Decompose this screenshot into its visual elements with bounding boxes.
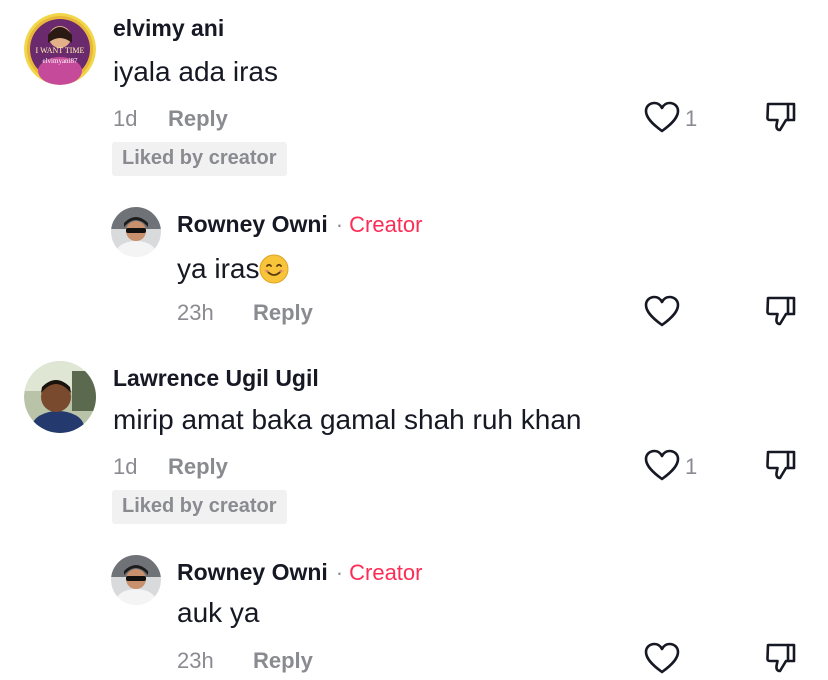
avatar[interactable]: [111, 207, 161, 257]
liked-by-creator-badge: Liked by creator: [112, 142, 287, 176]
separator-dot: ·: [335, 212, 344, 237]
creator-label: Creator: [349, 560, 423, 585]
comment-time: 1d: [113, 454, 138, 479]
comment-username[interactable]: elvimy ani: [113, 15, 224, 42]
smiling-face-emoji: [259, 254, 289, 284]
avatar-image: [111, 207, 161, 257]
comment-text: auk ya: [177, 597, 260, 628]
heart-outline-icon[interactable]: [643, 294, 681, 328]
avatar-image: [111, 555, 161, 605]
username-text: Rowney Owni: [177, 559, 328, 585]
comment-text: mirip amat baka gamal shah ruh khan: [113, 404, 582, 435]
reply-button[interactable]: Reply: [253, 300, 313, 326]
thumbs-down-icon[interactable]: [764, 448, 798, 482]
comment-time: 23h: [177, 300, 214, 325]
avatar[interactable]: [24, 361, 96, 433]
avatar[interactable]: [111, 555, 161, 605]
like-count: 1: [685, 454, 698, 479]
like-count: 1: [685, 106, 698, 131]
thumbs-down-icon[interactable]: [764, 294, 798, 328]
thumbs-down-icon[interactable]: [764, 100, 798, 134]
comment-username[interactable]: Lawrence Ugil Ugil: [113, 365, 319, 392]
comment-time: 1d: [113, 106, 138, 131]
reply-button[interactable]: Reply: [168, 106, 228, 132]
reply-button[interactable]: Reply: [168, 454, 228, 480]
comment-time: 23h: [177, 648, 214, 673]
avatar-image: [24, 361, 96, 433]
avatar-image: I WANT TIME elvimyani87: [24, 13, 96, 85]
comment-username[interactable]: Rowney Owni · Creator: [177, 211, 422, 238]
username-text: Rowney Owni: [177, 211, 328, 237]
heart-outline-icon[interactable]: [643, 641, 681, 675]
comment-username[interactable]: Rowney Owni · Creator: [177, 559, 422, 586]
avatar-text: I WANT TIME: [36, 46, 85, 55]
heart-outline-icon[interactable]: [643, 100, 681, 134]
heart-outline-icon[interactable]: [643, 448, 681, 482]
creator-label: Creator: [349, 212, 423, 237]
reply-button[interactable]: Reply: [253, 648, 313, 674]
liked-by-creator-badge: Liked by creator: [112, 490, 287, 524]
avatar[interactable]: I WANT TIME elvimyani87: [24, 13, 96, 85]
comment-text: iyala ada iras: [113, 56, 278, 87]
comment-text-value: ya iras: [177, 253, 260, 284]
thumbs-down-icon[interactable]: [764, 641, 798, 675]
comment-text: ya iras: [177, 253, 289, 285]
avatar-text: elvimyani87: [43, 57, 78, 65]
separator-dot: ·: [335, 560, 344, 585]
